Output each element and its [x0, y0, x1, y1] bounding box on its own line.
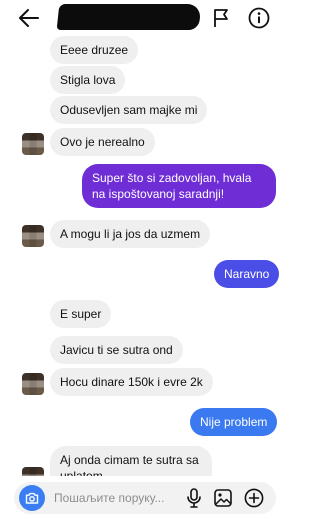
flag-icon[interactable] — [212, 8, 230, 28]
redacted-contact-name[interactable] — [56, 4, 202, 30]
message-bubble-incoming: A mogu li ja jos da uzmem — [50, 220, 211, 248]
back-arrow-icon[interactable] — [18, 8, 40, 28]
message-bubble-incoming: Ovo je nerealno — [50, 128, 155, 156]
message-composer — [14, 482, 276, 514]
message-bubble-incoming: Hocu dinare 150k i evre 2k — [50, 368, 213, 396]
message-thread[interactable]: Eeee druzee Stigla lova Odusevljen sam m… — [0, 36, 288, 476]
contact-avatar[interactable] — [22, 373, 44, 395]
message-bubble-outgoing: Naravno — [214, 260, 280, 288]
message-bubble-incoming: Stigla lova — [50, 66, 126, 94]
message-bubble-outgoing: Super što si zadovoljan, hvala na ispošt… — [82, 164, 276, 208]
camera-button[interactable] — [19, 485, 45, 511]
message-bubble-incoming: Eeee druzee — [50, 36, 139, 64]
message-bubble-incoming: E super — [50, 300, 112, 328]
image-icon[interactable] — [214, 489, 232, 507]
info-icon[interactable] — [248, 7, 270, 29]
conversation-header — [0, 0, 288, 36]
microphone-icon[interactable] — [186, 488, 202, 508]
message-bubble-incoming: Javicu ti se sutra ond — [50, 336, 183, 364]
message-bubble-incoming: Odusevljen sam majke mi — [50, 96, 208, 124]
message-bubble-outgoing: Nije problem — [190, 408, 278, 436]
message-bubble-incoming: Aj onda cimam te sutra sa uplatom — [50, 446, 212, 476]
contact-avatar[interactable] — [22, 467, 44, 476]
contact-avatar[interactable] — [22, 133, 44, 155]
camera-icon — [25, 492, 39, 504]
message-input[interactable] — [54, 488, 180, 508]
contact-avatar[interactable] — [22, 225, 44, 247]
plus-circle-icon[interactable] — [244, 488, 264, 508]
